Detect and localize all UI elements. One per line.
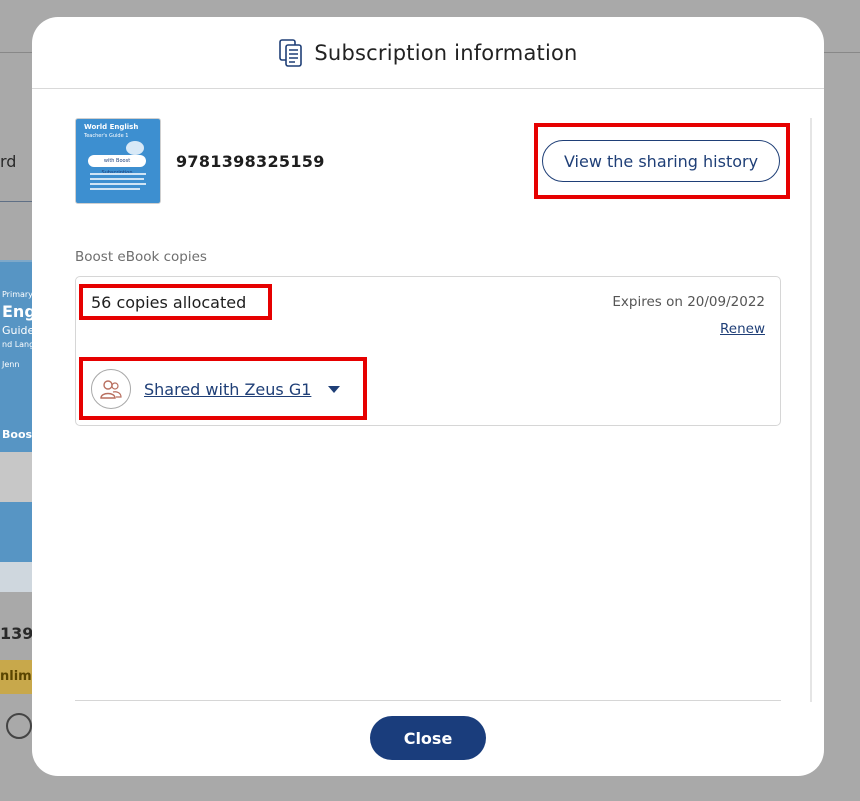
background-share-icon bbox=[6, 713, 32, 739]
renew-link[interactable]: Renew bbox=[720, 321, 765, 337]
modal-title: Subscription information bbox=[314, 40, 578, 65]
isbn-number: 9781398325159 bbox=[176, 152, 325, 171]
background-status-badge: nlimi bbox=[0, 660, 32, 694]
close-button[interactable]: Close bbox=[370, 716, 486, 760]
book-cover-thumbnail: World English Teacher's Guide 1 with Boo… bbox=[75, 118, 161, 204]
highlight-box-shared bbox=[79, 357, 367, 420]
subscription-modal: Subscription information World English T… bbox=[32, 17, 824, 776]
scrollbar[interactable] bbox=[810, 118, 812, 702]
document-copies-icon bbox=[279, 38, 303, 67]
expiry-date: Expires on 20/09/2022 bbox=[612, 294, 765, 310]
cover-title: World English Teacher's Guide 1 bbox=[84, 123, 139, 139]
section-label: Boost eBook copies bbox=[75, 249, 207, 265]
background-book-cover: Primary Engli Guide nd Languag Jenn Boos… bbox=[0, 260, 49, 592]
background-label-fragment: rd bbox=[0, 152, 17, 171]
modal-header: Subscription information bbox=[32, 17, 824, 89]
highlight-box-history bbox=[534, 123, 790, 199]
highlight-box-copies bbox=[79, 284, 272, 320]
footer-divider bbox=[75, 700, 781, 701]
background-underline bbox=[0, 201, 32, 202]
cover-badge: with Boost Subscription bbox=[88, 155, 146, 176]
